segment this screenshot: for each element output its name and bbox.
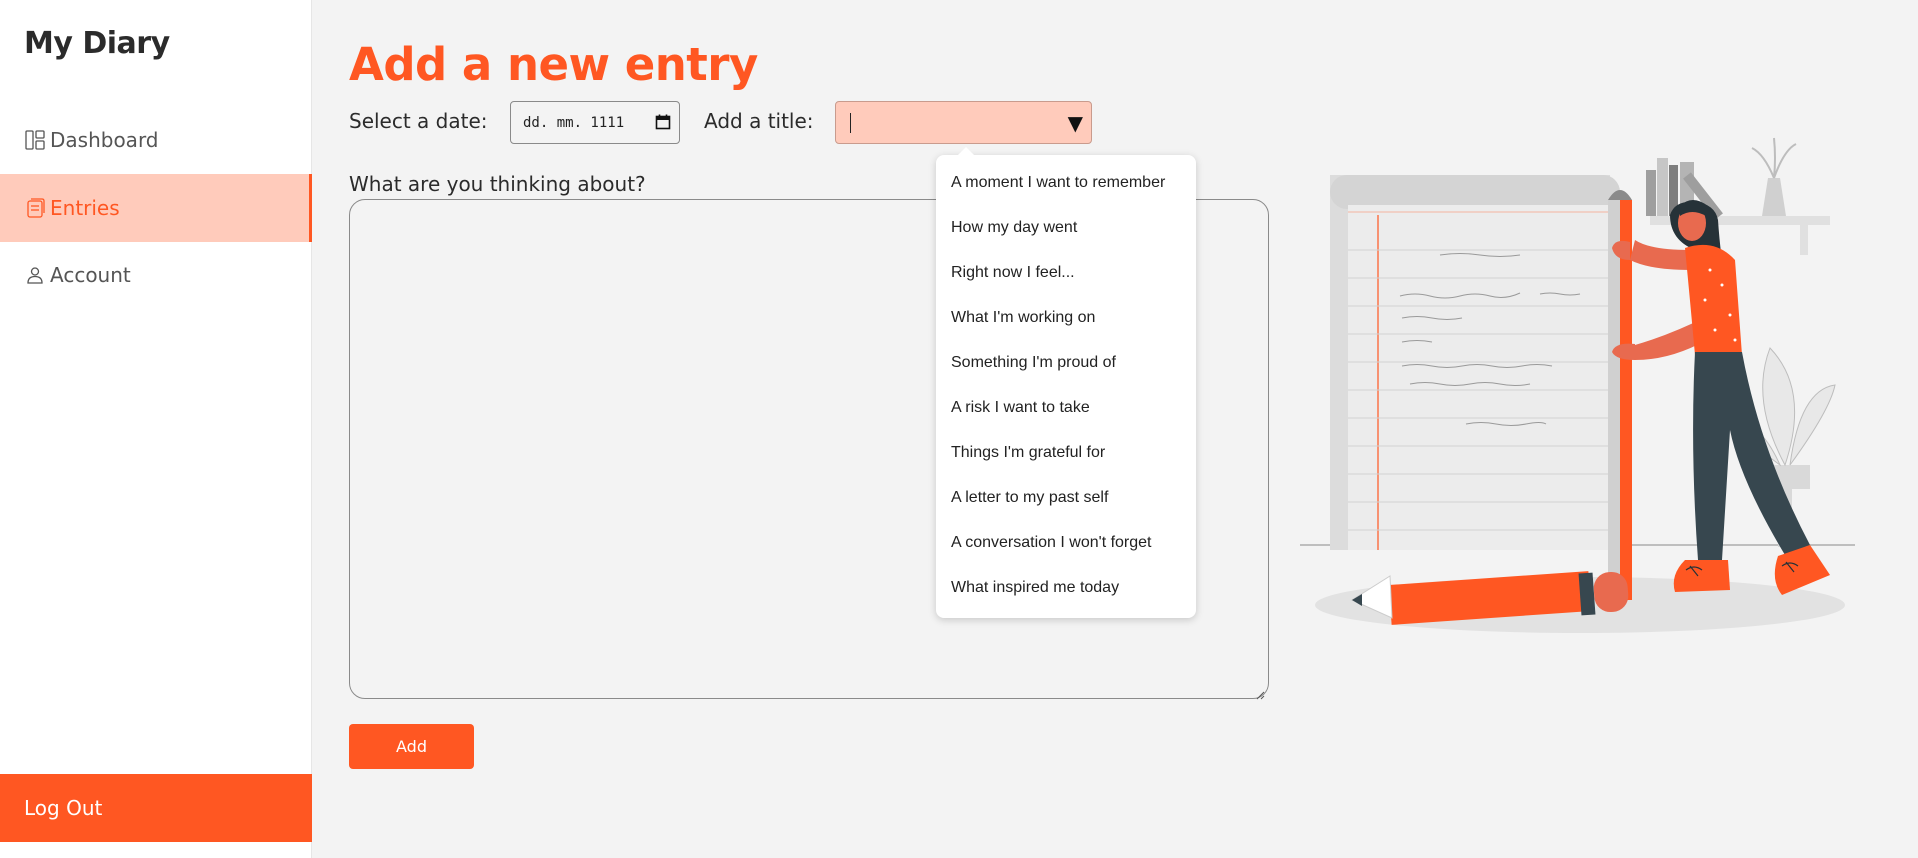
date-value: dd. mm. 1111	[523, 114, 625, 131]
sidebar-item-dashboard[interactable]: Dashboard	[0, 106, 312, 174]
dropdown-option[interactable]: What inspired me today	[951, 579, 1119, 597]
logout-button[interactable]: Log Out	[0, 774, 312, 842]
dropdown-option[interactable]: Something I'm proud of	[951, 354, 1116, 372]
dropdown-option[interactable]: A letter to my past self	[951, 489, 1108, 507]
dropdown-option[interactable]: A risk I want to take	[951, 399, 1090, 417]
dropdown-arrow-icon[interactable]: ▼	[1068, 112, 1083, 134]
dashboard-icon	[24, 129, 46, 151]
calendar-icon[interactable]	[655, 114, 671, 130]
title-select-input[interactable]: ▼	[835, 101, 1092, 144]
dropdown-option[interactable]: A moment I want to remember	[951, 174, 1165, 192]
dropdown-option[interactable]: What I'm working on	[951, 309, 1095, 327]
dropdown-option[interactable]: A conversation I won't forget	[951, 534, 1152, 552]
sidebar-item-account[interactable]: Account	[0, 241, 312, 309]
title-label: Add a title:	[704, 109, 814, 133]
prompt-label: What are you thinking about?	[349, 172, 646, 196]
user-icon	[24, 264, 46, 286]
resize-handle-icon[interactable]	[1255, 685, 1265, 700]
sidebar: My Diary Dashboard Entries Account Log O…	[0, 0, 312, 858]
diary-illustration	[1290, 120, 1870, 640]
date-input[interactable]: dd. mm. 1111	[510, 101, 680, 144]
page-title: Add a new entry	[349, 38, 758, 91]
sidebar-item-label: Dashboard	[50, 128, 159, 152]
brand-title: My Diary	[24, 26, 170, 61]
add-button[interactable]: Add	[349, 724, 474, 769]
sidebar-item-entries[interactable]: Entries	[0, 174, 312, 242]
title-dropdown-menu: A moment I want to remember How my day w…	[936, 147, 1196, 618]
dropdown-option[interactable]: Right now I feel...	[951, 264, 1075, 282]
notebook-icon	[24, 197, 46, 219]
text-cursor	[850, 113, 851, 133]
dropdown-option[interactable]: How my day went	[951, 219, 1077, 237]
dropdown-option[interactable]: Things I'm grateful for	[951, 444, 1105, 462]
date-label: Select a date:	[349, 109, 488, 133]
sidebar-item-label: Account	[50, 263, 131, 287]
sidebar-item-label: Entries	[50, 196, 120, 220]
